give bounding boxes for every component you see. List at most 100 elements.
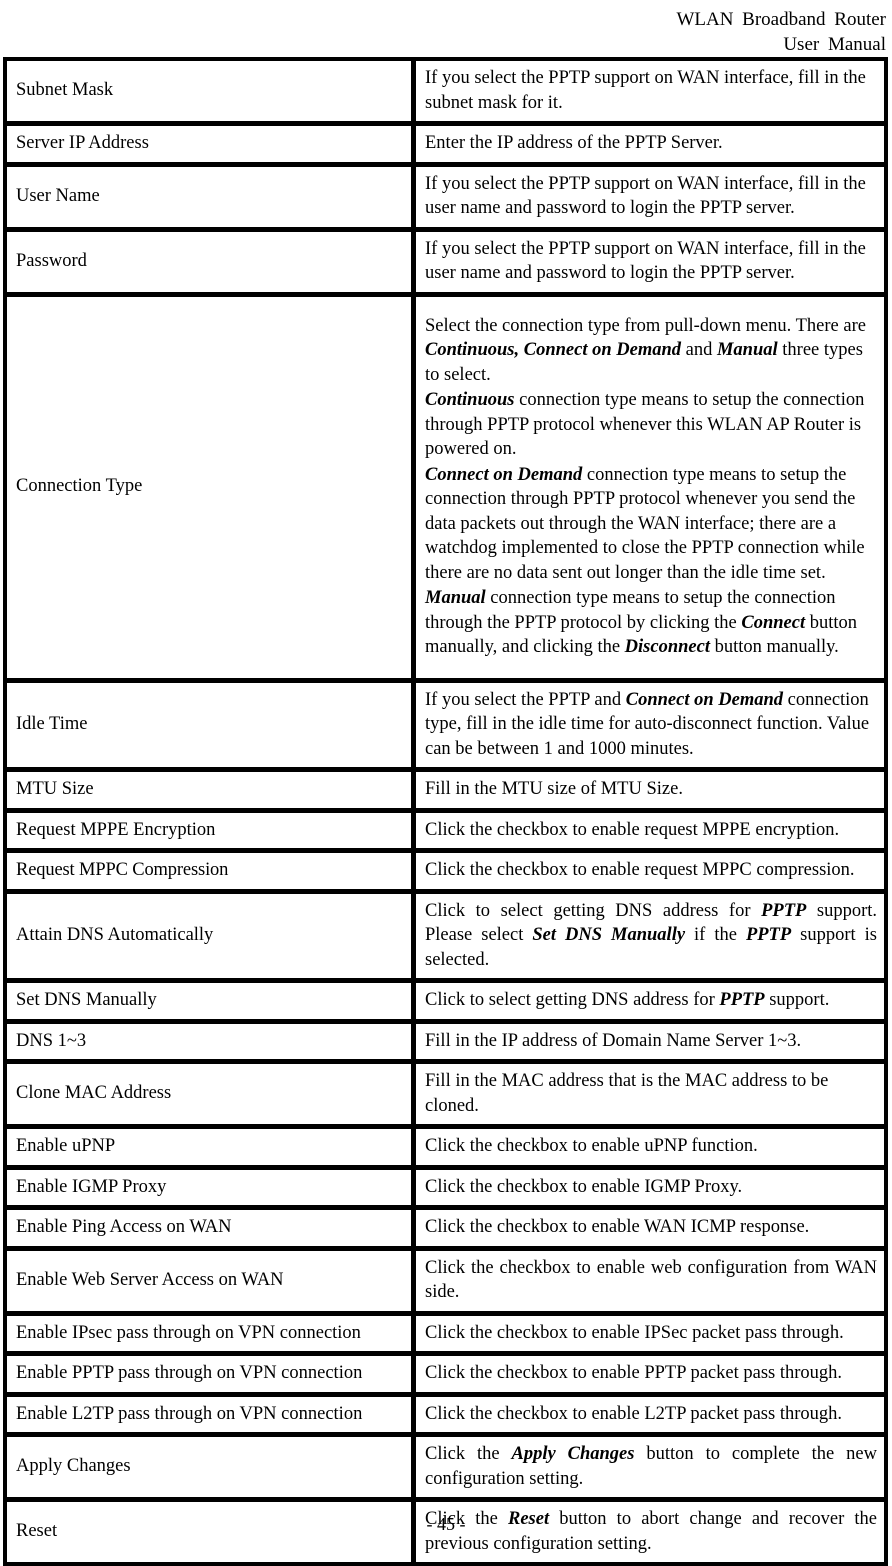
description-paragraph: Select the connection type from pull-dow…: [425, 314, 877, 388]
row-description: Click the Apply Changes button to comple…: [416, 1437, 884, 1502]
row-label: Enable Web Server Access on WAN: [7, 1250, 416, 1316]
description-paragraph: Click the checkbox to enable IGMP Proxy.: [425, 1176, 743, 1197]
row-label: Connection Type: [7, 296, 416, 683]
body-text: Click to select getting DNS address for: [425, 900, 762, 921]
row-description: Select the connection type from pull-dow…: [416, 296, 884, 683]
description-paragraph: Click the checkbox to enable PPTP packet…: [425, 1363, 843, 1383]
table-row: Server IP Address Enter the IP address of…: [7, 126, 884, 167]
description-paragraph: Fill in the MTU size of MTU Size.: [425, 779, 683, 799]
row-label: Enable IPsec pass through on VPN connect…: [7, 1315, 416, 1356]
description-paragraph: Click the checkbox to enable request MPP…: [425, 819, 840, 840]
row-description: Click the checkbox to enable uPNP functi…: [416, 1129, 884, 1170]
row-description: If you select the PPTP and Connect on De…: [416, 682, 884, 772]
row-description: Click the checkbox to enable PPTP packet…: [416, 1356, 884, 1397]
table-row: Clone MAC Address Fill in the MAC address…: [7, 1064, 884, 1129]
table-row: Enable L2TP pass through on VPN connecti…: [7, 1396, 884, 1437]
table-row: Apply Changes Click the Apply Changes but…: [7, 1437, 884, 1502]
row-label: Enable L2TP pass through on VPN connecti…: [7, 1396, 416, 1437]
emphasis-text: Manual: [425, 588, 486, 608]
description-paragraph: Click the checkbox to enable WAN ICMP re…: [425, 1217, 810, 1237]
body-text: if the: [685, 925, 746, 945]
table-row: MTU Size Fill in the MTU size of MTU Size…: [7, 772, 884, 813]
body-text: and: [681, 340, 717, 360]
emphasis-text: Set DNS Manually: [532, 925, 686, 945]
row-description: If you select the PPTP support on WAN in…: [416, 61, 884, 126]
row-label: Idle Time: [7, 682, 416, 772]
row-label: Enable Ping Access on WAN: [7, 1210, 416, 1251]
description-paragraph: If you select the PPTP support on WAN in…: [425, 68, 866, 113]
row-description: Click to select getting DNS address for …: [416, 893, 884, 983]
description-paragraph: Click the checkbox to enable IPSec packe…: [425, 1322, 844, 1343]
table-row: Set DNS Manually Click to select getting …: [7, 983, 884, 1024]
row-label: DNS 1~3: [7, 1023, 416, 1064]
body-text: Select the connection type from pull-dow…: [425, 315, 866, 336]
row-description: Click the checkbox to enable IGMP Proxy.: [416, 1169, 884, 1210]
table-row: Enable PPTP pass through on VPN connecti…: [7, 1356, 884, 1397]
settings-description-table: Subnet Mask If you select the PPTP suppor…: [3, 57, 888, 1566]
table-row: Enable Ping Access on WAN Click the check…: [7, 1210, 884, 1251]
description-paragraph: Connect on Demand connection type means …: [425, 463, 877, 586]
table-body: Subnet Mask If you select the PPTP suppor…: [7, 61, 884, 1562]
emphasis-text: PPTP: [761, 900, 807, 921]
table-row: User Name If you select the PPTP support …: [7, 166, 884, 232]
emphasis-text: Connect: [741, 612, 806, 633]
table-row: Enable Web Server Access on WAN Click the…: [7, 1250, 884, 1316]
table-row: Request MPPC Compression Click the checkb…: [7, 853, 884, 894]
description-paragraph: Fill in the MAC address that is the MAC …: [425, 1071, 829, 1116]
table-row: Connection Type Select the connection typ…: [7, 296, 884, 683]
table-row: Password If you select the PPTP support o…: [7, 231, 884, 297]
body-text: If you select the PPTP and: [425, 689, 626, 710]
table-row: Subnet Mask If you select the PPTP suppor…: [7, 61, 884, 126]
description-paragraph: Click the checkbox to enable web configu…: [425, 1257, 877, 1303]
description-paragraph: Click the checkbox to enable L2TP packet…: [425, 1403, 842, 1424]
row-label: MTU Size: [7, 772, 416, 813]
row-label: Enable PPTP pass through on VPN connecti…: [7, 1356, 416, 1397]
row-description: Fill in the MTU size of MTU Size.: [416, 772, 884, 813]
row-label: Server IP Address: [7, 126, 416, 167]
table-row: Enable IGMP Proxy Click the checkbox to e…: [7, 1169, 884, 1210]
emphasis-text: Disconnect: [624, 637, 710, 657]
description-paragraph: Manual connection type means to setup th…: [425, 586, 877, 660]
table-row: DNS 1~3 Fill in the IP address of Domain …: [7, 1023, 884, 1064]
emphasis-text: PPTP: [745, 925, 792, 945]
description-paragraph: Click the Apply Changes button to comple…: [425, 1442, 877, 1491]
page-footer: - 45 -: [0, 1514, 892, 1535]
emphasis-text: Continuous, Connect on Demand: [425, 340, 681, 360]
row-description: Enter the IP address of the PPTP Server.: [416, 126, 884, 167]
row-description: Click the checkbox to enable L2TP packet…: [416, 1396, 884, 1437]
emphasis-text: Connect on Demand: [625, 689, 784, 710]
table-row: Enable uPNP Click the checkbox to enable …: [7, 1129, 884, 1170]
description-paragraph: Click to select getting DNS address for …: [425, 988, 877, 1013]
table-row: Attain DNS Automatically Click to select …: [7, 893, 884, 983]
row-label: Enable IGMP Proxy: [7, 1169, 416, 1210]
row-description: Click the checkbox to enable request MPP…: [416, 853, 884, 894]
row-label: Password: [7, 231, 416, 297]
description-paragraph: Click to select getting DNS address for …: [425, 899, 877, 973]
page-number: - 45 -: [426, 1514, 466, 1534]
row-description: Click the checkbox to enable IPSec packe…: [416, 1315, 884, 1356]
header-line-product: WLAN Broadband Router: [676, 9, 886, 30]
row-description: Click to select getting DNS address for …: [416, 983, 884, 1024]
row-description: Click the checkbox to enable WAN ICMP re…: [416, 1210, 884, 1251]
row-label: Enable uPNP: [7, 1129, 416, 1170]
row-label: Clone MAC Address: [7, 1064, 416, 1129]
description-paragraph: Fill in the IP address of Domain Name Se…: [425, 1030, 802, 1051]
row-description: Click the checkbox to enable request MPP…: [416, 812, 884, 853]
row-label: User Name: [7, 166, 416, 232]
row-label: Apply Changes: [7, 1437, 416, 1502]
row-description: If you select the PPTP support on WAN in…: [416, 166, 884, 232]
page-header: WLAN Broadband Router User Manual: [0, 0, 886, 57]
row-description: Click the checkbox to enable web configu…: [416, 1250, 884, 1316]
description-paragraph: If you select the PPTP support on WAN in…: [425, 173, 866, 219]
row-label: Subnet Mask: [7, 61, 416, 126]
description-paragraph: Click the checkbox to enable uPNP functi…: [425, 1136, 758, 1156]
emphasis-text: Connect on Demand: [425, 464, 583, 485]
emphasis-text: Continuous: [425, 390, 515, 410]
row-label: Attain DNS Automatically: [7, 893, 416, 983]
description-paragraph: If you select the PPTP support on WAN in…: [425, 238, 866, 284]
row-description: Fill in the MAC address that is the MAC …: [416, 1064, 884, 1129]
emphasis-text: PPTP: [719, 990, 765, 1010]
description-paragraph: Continuous connection type means to setu…: [425, 388, 877, 462]
row-description: If you select the PPTP support on WAN in…: [416, 231, 884, 297]
table-row: Request MPPE Encryption Click the checkbo…: [7, 812, 884, 853]
